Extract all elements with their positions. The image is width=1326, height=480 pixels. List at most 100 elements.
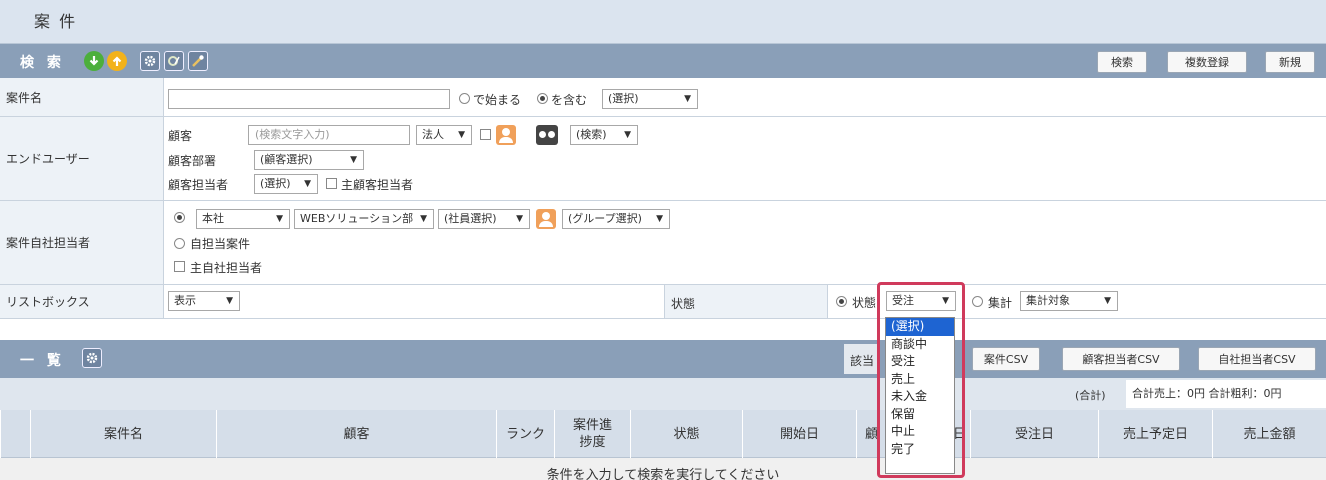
highlight-frame xyxy=(877,282,965,478)
customer-search-placeholder: (検索文字入力) xyxy=(255,128,330,141)
table-header: 案件名 顧客 ランク 案件進 捗度 状態 開始日 顧 日 受注日 売上予定日 売… xyxy=(0,410,1326,458)
table-header-cell[interactable]: 売上予定日 xyxy=(1098,410,1212,458)
totals-value: 合計売上：0円 合計粗利：0円 xyxy=(1126,380,1326,408)
chevron-down-icon: ▼ xyxy=(304,179,311,189)
row-end-user: エンドユーザー 顧客 (検索文字入力) 法人 ▼ (検索) ▼ 顧客部署 (顧客選択… xyxy=(0,117,1326,201)
dept-label: 顧客部署 xyxy=(168,154,217,168)
employee-select[interactable]: (社員選択) ▼ xyxy=(438,209,530,229)
listbox-label: リストボックス xyxy=(0,285,164,318)
table-body: 条件を入力して検索を実行してください xyxy=(0,458,1326,480)
case-name-select-value: (選択) xyxy=(608,92,639,105)
total-label: (合計) xyxy=(1075,389,1106,402)
search-button[interactable]: 検索 xyxy=(1097,51,1147,73)
gear-icon[interactable] xyxy=(140,51,160,71)
count-box: 該当 xyxy=(844,344,880,374)
case-csv-button[interactable]: 案件CSV xyxy=(972,347,1040,371)
dept-select-value: (顧客選択) xyxy=(260,153,313,166)
starts-with-label: で始まる xyxy=(473,93,522,107)
office-select[interactable]: 本社 ▼ xyxy=(196,209,290,229)
customer-checkbox[interactable] xyxy=(480,129,491,140)
chevron-down-icon: ▼ xyxy=(656,214,663,224)
customer-person-label: 顧客担当者 xyxy=(168,178,229,192)
aggregate-select[interactable]: 集計対象 ▼ xyxy=(1020,291,1118,311)
customer-csv-button[interactable]: 顧客担当者CSV xyxy=(1062,347,1180,371)
aggregate-label: 集計 xyxy=(988,296,1013,310)
table-header-cell[interactable]: 案件名 xyxy=(30,410,216,458)
list-section-label: 一 覧 xyxy=(20,353,65,369)
search-type-select-value: (検索) xyxy=(576,128,607,141)
chevron-down-icon: ▼ xyxy=(624,130,631,140)
table-header-check xyxy=(0,410,30,458)
listbox-select-value: 表示 xyxy=(174,294,196,307)
customer-person-select[interactable]: (選択) ▼ xyxy=(254,174,318,194)
case-name-select[interactable]: (選択) ▼ xyxy=(602,89,698,109)
main-customer-person-checkbox[interactable] xyxy=(326,178,337,189)
table-header-cell[interactable]: 売上金額 xyxy=(1212,410,1326,458)
table-header-cell[interactable]: 案件進 捗度 xyxy=(554,410,630,458)
customer-search-input[interactable]: (検索文字入力) xyxy=(248,125,410,145)
chevron-down-icon: ▼ xyxy=(276,214,283,224)
employee-select-value: (社員選択) xyxy=(444,212,497,225)
row-listbox: リストボックス 表示 ▼ 状態 状態 受注 ▼ 集計 集計対象 ▼ xyxy=(0,285,1326,319)
status-radio-label: 状態 xyxy=(852,296,877,310)
contains-radio[interactable] xyxy=(537,93,548,104)
main-customer-person-label: 主顧客担当者 xyxy=(341,178,414,192)
corp-select[interactable]: 法人 ▼ xyxy=(416,125,472,145)
aggregate-radio[interactable] xyxy=(972,296,983,307)
list-section-bar: 一 覧 該当 案件CSV 顧客担当者CSV 自社担当者CSV xyxy=(0,340,1326,378)
table-header-cell[interactable]: 顧客 xyxy=(216,410,496,458)
staff-radio[interactable] xyxy=(174,212,185,223)
arrow-down-icon[interactable] xyxy=(84,51,104,71)
new-button[interactable]: 新規 xyxy=(1265,51,1315,73)
bulk-register-button[interactable]: 複数登録 xyxy=(1167,51,1247,73)
table-header-cell[interactable]: 状態 xyxy=(630,410,742,458)
arrow-up-icon[interactable] xyxy=(107,51,127,71)
main-staff-checkbox[interactable] xyxy=(174,261,185,272)
person-icon[interactable] xyxy=(536,209,556,229)
chevron-down-icon: ▼ xyxy=(1104,296,1111,306)
count-label: 該当 xyxy=(850,354,875,368)
chevron-down-icon: ▼ xyxy=(226,296,233,306)
corp-select-value: 法人 xyxy=(422,128,444,141)
group-select[interactable]: (グループ選択) ▼ xyxy=(562,209,670,229)
self-case-radio[interactable] xyxy=(174,238,185,249)
case-name-label: 案件名 xyxy=(0,78,164,116)
table-header-cell[interactable]: 開始日 xyxy=(742,410,856,458)
office-select-value: 本社 xyxy=(202,212,224,225)
chevron-down-icon: ▼ xyxy=(350,155,357,165)
search-type-select[interactable]: (検索) ▼ xyxy=(570,125,638,145)
status-radio[interactable] xyxy=(836,296,847,307)
tools-icon[interactable] xyxy=(188,51,208,71)
chevron-down-icon: ▼ xyxy=(458,130,465,140)
row-case-name: 案件名 で始まる を含む (選択) ▼ xyxy=(0,78,1326,117)
table-header-cell[interactable]: 受注日 xyxy=(970,410,1098,458)
search-section-label: 検 索 xyxy=(20,55,65,71)
self-case-label: 自担当案件 xyxy=(190,237,251,251)
division-select-value: WEBソリューション部 xyxy=(300,212,414,225)
chevron-down-icon: ▼ xyxy=(516,214,523,224)
end-user-label: エンドユーザー xyxy=(0,117,164,200)
title-bar: 案 件 xyxy=(0,0,1326,44)
case-name-input[interactable] xyxy=(168,89,450,109)
customer-label: 顧客 xyxy=(168,129,193,143)
listbox-select[interactable]: 表示 ▼ xyxy=(168,291,240,311)
division-select[interactable]: WEBソリューション部 ▼ xyxy=(294,209,434,229)
own-staff-label: 案件自社担当者 xyxy=(0,201,164,284)
search-section-bar: 検 索 検索 複数登録 新規 xyxy=(0,44,1326,78)
chevron-down-icon: ▼ xyxy=(420,214,427,224)
dept-select[interactable]: (顧客選択) ▼ xyxy=(254,150,364,170)
person-icon[interactable] xyxy=(496,125,516,145)
summary-row: (合計) 合計売上：0円 合計粗利：0円 xyxy=(0,378,1326,410)
gear-icon[interactable] xyxy=(82,348,102,368)
starts-with-radio[interactable] xyxy=(459,93,470,104)
binoculars-icon[interactable] xyxy=(536,125,558,145)
group-select-value: (グループ選択) xyxy=(568,212,642,225)
status-label: 状態 xyxy=(671,297,696,311)
chevron-down-icon: ▼ xyxy=(684,94,691,104)
customer-person-select-value: (選択) xyxy=(260,177,291,190)
contains-label: を含む xyxy=(551,93,588,107)
gear-settings-icon[interactable] xyxy=(164,51,184,71)
row-own-staff: 案件自社担当者 本社 ▼ WEBソリューション部 ▼ (社員選択) ▼ (グループ選択… xyxy=(0,201,1326,285)
table-header-cell[interactable]: ランク xyxy=(496,410,554,458)
own-staff-csv-button[interactable]: 自社担当者CSV xyxy=(1198,347,1316,371)
